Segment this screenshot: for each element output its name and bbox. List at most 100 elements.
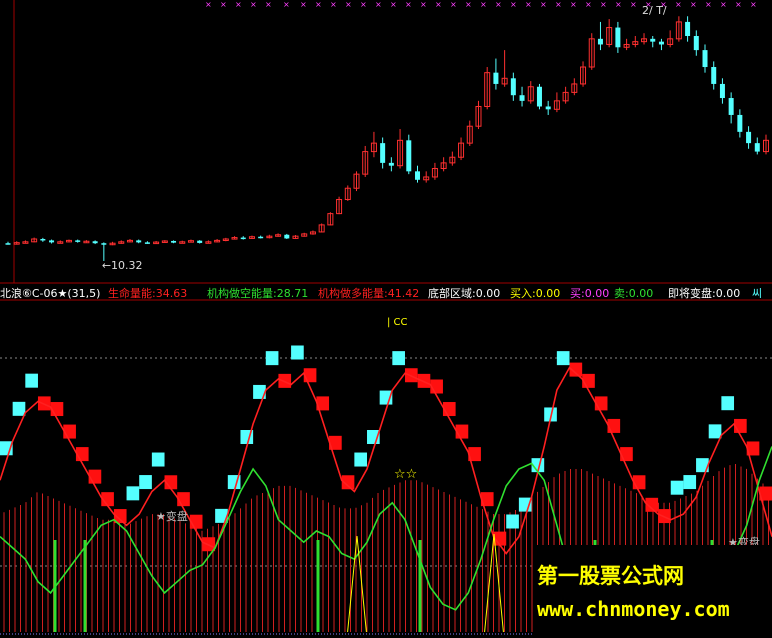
indicator-label: 底部区域:0.00 (428, 286, 500, 300)
top-marker: × (420, 0, 427, 9)
candle-body (380, 143, 386, 163)
candle-body (493, 72, 499, 84)
indicator-label: 买入:0.00 (510, 287, 560, 300)
momentum-block (303, 368, 317, 383)
top-marker: × (250, 0, 257, 9)
candle-body (737, 114, 743, 132)
momentum-block (151, 452, 165, 467)
momentum-block (126, 486, 140, 501)
star-marker: ☆☆ (394, 467, 417, 482)
top-marker: × (525, 0, 532, 9)
stock-chart-window: × × × × × × × × × × × × × × × × × × × × × × × × × × × × × × × × × × × × × ←10… (0, 0, 772, 638)
top-marker: × (405, 0, 412, 9)
candle-body (75, 240, 81, 242)
candle-body (406, 140, 412, 172)
candle-body (258, 236, 264, 239)
candle-body (728, 98, 734, 115)
candle-body (597, 38, 603, 45)
momentum-block (291, 345, 304, 360)
top-marker: × (735, 0, 742, 9)
top-marker: × (283, 0, 290, 9)
candle-body (92, 241, 98, 244)
momentum-block (721, 396, 735, 411)
indicator-label: 机构做多能量:41.42 (318, 286, 419, 300)
candle-body (685, 21, 691, 37)
candle-body (519, 95, 525, 101)
momentum-block (556, 351, 570, 366)
candle-body (510, 78, 516, 96)
change-marker-1: ★变盘 (156, 509, 188, 523)
candle-body (197, 240, 203, 243)
momentum-block (265, 351, 279, 366)
candle-body (615, 27, 621, 48)
top-marker: × (345, 0, 352, 9)
top-marker: × (220, 0, 227, 9)
momentum-block (354, 452, 368, 467)
indicator-label: 买:0.00 (570, 287, 609, 300)
candle-body (650, 38, 656, 42)
candle-body (754, 143, 760, 152)
candle-body (40, 238, 46, 241)
top-marker: × (480, 0, 487, 9)
indicator-title: 北浪⑥C-06★(31,5) (0, 286, 100, 300)
momentum-block (607, 418, 621, 433)
top-marker: × (510, 0, 517, 9)
candle-body (702, 50, 708, 68)
top-marker: × (615, 0, 622, 9)
top-marker: × (315, 0, 322, 9)
top-price-label: 2/ T/ (642, 4, 667, 17)
top-marker: × (690, 0, 697, 9)
watermark-url: www.chnmoney.com (537, 597, 730, 621)
top-marker: × (495, 0, 502, 9)
momentum-block (670, 480, 684, 495)
momentum-block (139, 475, 152, 490)
top-marker: × (265, 0, 272, 9)
indicator-label-cut: 씨 (752, 287, 762, 300)
top-marker: × (390, 0, 397, 9)
top-marker: × (450, 0, 457, 9)
low-price-label: ←10.32 (102, 259, 143, 272)
candle-body (240, 237, 246, 240)
top-marker: × (360, 0, 367, 9)
indicator-label: 机构做空能量:28.71 (207, 286, 308, 300)
top-marker: × (720, 0, 727, 9)
candle-body (746, 131, 752, 144)
top-marker: × (540, 0, 547, 9)
top-marker: × (750, 0, 757, 9)
chart-canvas: × × × × × × × × × × × × × × × × × × × × × × × × × × × × × × × × × × × × ×←10… (0, 0, 772, 638)
top-marker: × (585, 0, 592, 9)
momentum-block (683, 475, 697, 490)
momentum-block (620, 447, 633, 462)
candle-body (5, 243, 11, 245)
candle-body (101, 243, 107, 245)
candle-body (711, 67, 717, 84)
candle-body (144, 242, 150, 244)
indicator-label: 卖:0.00 (614, 287, 653, 300)
momentum-block (12, 401, 26, 416)
candle-body (693, 36, 699, 51)
top-marker: × (675, 0, 682, 9)
momentum-block (708, 424, 722, 439)
candle-body (136, 240, 142, 243)
top-marker: × (235, 0, 242, 9)
top-marker: × (555, 0, 562, 9)
candle-body (49, 240, 55, 243)
indicator-label: 即将变盘:0.00 (668, 286, 740, 300)
top-marker: × (375, 0, 382, 9)
momentum-block (25, 373, 38, 388)
candle-body (545, 106, 551, 110)
watermark-title: 第一股票公式网 (537, 564, 684, 588)
indicator-label: 生命量能:34.63 (108, 286, 187, 300)
momentum-block (506, 514, 519, 529)
candle-body (658, 41, 664, 45)
top-marker: × (630, 0, 637, 9)
momentum-block (392, 351, 405, 366)
top-marker: × (570, 0, 577, 9)
top-marker: × (330, 0, 337, 9)
peak-marker: | CC (387, 317, 408, 328)
top-marker: × (465, 0, 472, 9)
candle-body (284, 234, 290, 239)
top-marker: × (705, 0, 712, 9)
candle-body (719, 83, 725, 99)
watermark-box (533, 545, 772, 638)
